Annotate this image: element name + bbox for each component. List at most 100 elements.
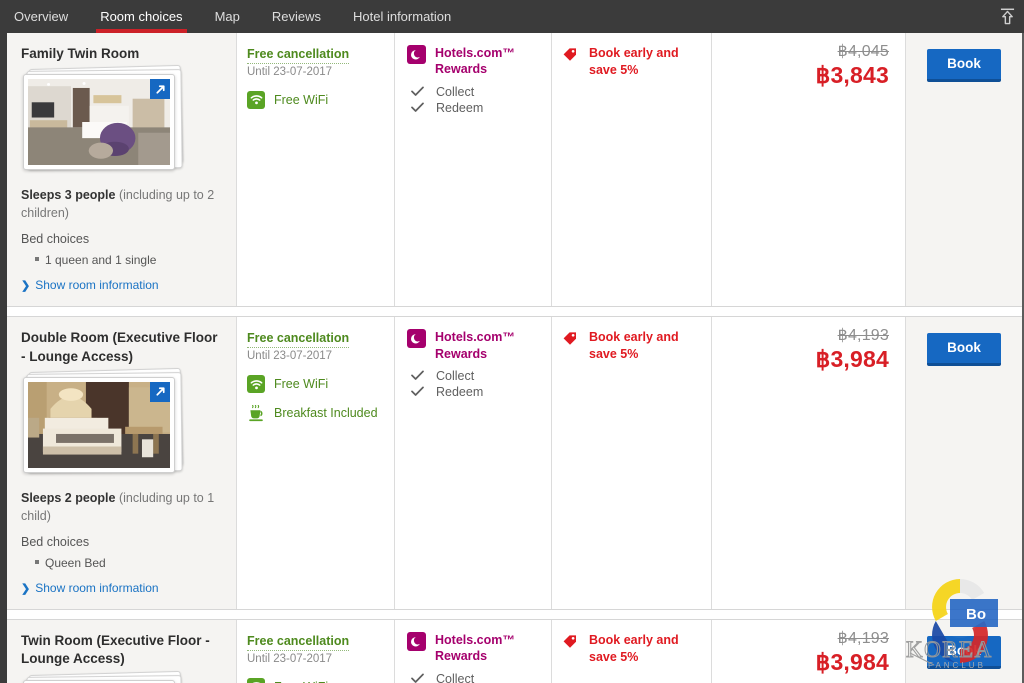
- price-tag-icon: [562, 632, 580, 666]
- room-photo-thumbnail[interactable]: [23, 680, 175, 683]
- amenities-cell: Free cancellation Until 23-07-2017 Free …: [237, 33, 395, 306]
- deal-cell: Book early and save 5%: [552, 33, 712, 306]
- amenities-cell: Free cancellation Until 23-07-2017 Free …: [237, 620, 395, 683]
- show-room-information-link[interactable]: ❯ Show room information: [21, 278, 222, 292]
- room-occupancy: Sleeps 3 people (including up to 2 child…: [21, 186, 222, 222]
- price-current: ฿3,984: [722, 649, 889, 675]
- rewards-collect-row: Collect: [407, 672, 541, 683]
- show-room-information-link[interactable]: ❯ Show room information: [21, 581, 222, 595]
- expand-photo-icon[interactable]: [150, 79, 170, 99]
- rewards-redeem-label: Redeem: [436, 101, 483, 115]
- room-photo-image: [28, 382, 170, 468]
- amenity-label: Free WiFi: [274, 92, 328, 108]
- rewards-title: Hotels.com™ Rewards: [435, 632, 541, 665]
- deal-cell: Book early and save 5%: [552, 317, 712, 609]
- room-occupancy: Sleeps 2 people (including up to 1 child…: [21, 489, 222, 525]
- check-icon: [408, 673, 426, 683]
- rewards-collect-row: Collect: [407, 85, 541, 99]
- price-strikethrough: ฿4,193: [722, 630, 889, 648]
- deal-row: Book early and save 5%: [562, 632, 701, 666]
- tab-map[interactable]: Map: [199, 0, 256, 33]
- price-strikethrough: ฿4,193: [722, 327, 889, 345]
- deal-row: Book early and save 5%: [562, 329, 701, 363]
- up-arrow-icon: [1000, 8, 1015, 25]
- rewards-collect-label: Collect: [436, 85, 474, 99]
- coffee-cup-icon: [247, 404, 265, 422]
- check-icon: [408, 386, 426, 397]
- room-row: Family Twin Room: [7, 33, 1022, 307]
- chevron-right-icon: ❯: [21, 582, 30, 595]
- bed-choices-heading: Bed choices: [21, 535, 222, 549]
- room-row: Twin Room (Executive Floor - Lounge Acce…: [7, 619, 1022, 683]
- room-row: Double Room (Executive Floor - Lounge Ac…: [7, 316, 1022, 610]
- moon-icon: [407, 632, 426, 651]
- room-photo-stack[interactable]: [23, 678, 183, 683]
- rewards-redeem-row: Redeem: [407, 385, 541, 399]
- rewards-collect-label: Collect: [436, 369, 474, 383]
- amenity-free-wifi: Free WiFi: [247, 375, 384, 393]
- tab-hotel-information[interactable]: Hotel information: [337, 0, 467, 33]
- page-left-gutter: [0, 33, 7, 683]
- room-photo-stack[interactable]: [23, 375, 183, 477]
- free-cancellation-link[interactable]: Free cancellation: [247, 634, 349, 651]
- chevron-right-icon: ❯: [21, 279, 30, 292]
- room-name: Family Twin Room: [21, 45, 222, 63]
- deal-label: Book early and save 5%: [589, 632, 701, 666]
- cancellation-deadline: Until 23-07-2017: [247, 350, 384, 362]
- amenity-free-wifi: Free WiFi: [247, 678, 384, 683]
- scroll-to-top-button[interactable]: [990, 0, 1024, 33]
- amenity-breakfast: Breakfast Included: [247, 404, 384, 422]
- moon-icon: [407, 329, 426, 348]
- rewards-cell: Hotels.com™ Rewards Collect: [395, 620, 552, 683]
- price-cell: ฿4,193 ฿3,984: [712, 317, 906, 609]
- check-icon: [408, 86, 426, 97]
- moon-icon: [407, 45, 426, 64]
- cancellation-deadline: Until 23-07-2017: [247, 653, 384, 665]
- room-occupancy-bold: Sleeps 3 people: [21, 188, 115, 202]
- rewards-collect-row: Collect: [407, 369, 541, 383]
- price-current: ฿3,843: [722, 62, 889, 88]
- show-room-information-label: Show room information: [35, 581, 158, 595]
- room-photo-stack[interactable]: [23, 72, 183, 174]
- rewards-cell: Hotels.com™ Rewards Collect: [395, 33, 552, 306]
- book-cell: Book: [906, 317, 1022, 609]
- book-cell: Book: [906, 620, 1022, 683]
- book-button[interactable]: Book: [927, 636, 1001, 669]
- rewards-redeem-row: Redeem: [407, 101, 541, 115]
- rewards-header: Hotels.com™ Rewards: [407, 45, 541, 78]
- price-tag-icon: [562, 45, 580, 79]
- bed-choices-list: Queen Bed: [21, 554, 222, 572]
- rewards-title: Hotels.com™ Rewards: [435, 45, 541, 78]
- hotel-room-choices-page: Show room information Overview Room choi…: [0, 0, 1024, 683]
- show-room-information-label: Show room information: [35, 278, 158, 292]
- deal-label: Book early and save 5%: [589, 45, 701, 79]
- book-button[interactable]: Book: [927, 333, 1001, 366]
- free-cancellation-link[interactable]: Free cancellation: [247, 331, 349, 348]
- rewards-redeem-label: Redeem: [436, 385, 483, 399]
- book-cell: Book: [906, 33, 1022, 306]
- room-photo-thumbnail[interactable]: [23, 74, 175, 170]
- bed-choices-heading: Bed choices: [21, 232, 222, 246]
- tab-reviews-label: Reviews: [272, 9, 321, 24]
- tab-reviews[interactable]: Reviews: [256, 0, 337, 33]
- free-cancellation-link[interactable]: Free cancellation: [247, 47, 349, 64]
- rewards-header: Hotels.com™ Rewards: [407, 329, 541, 362]
- tab-room-choices[interactable]: Room choices: [84, 0, 198, 33]
- deal-row: Book early and save 5%: [562, 45, 701, 79]
- rewards-title: Hotels.com™ Rewards: [435, 329, 541, 362]
- tab-overview-label: Overview: [14, 9, 68, 24]
- bed-choice-item: 1 queen and 1 single: [35, 251, 222, 269]
- price-strikethrough: ฿4,045: [722, 43, 889, 61]
- room-details-cell: Family Twin Room: [7, 33, 237, 306]
- rewards-header: Hotels.com™ Rewards: [407, 632, 541, 665]
- tab-overview[interactable]: Overview: [0, 0, 84, 33]
- wifi-icon: [247, 91, 265, 109]
- room-details-cell: Twin Room (Executive Floor - Lounge Acce…: [7, 620, 237, 683]
- amenity-free-wifi: Free WiFi: [247, 91, 384, 109]
- expand-photo-icon[interactable]: [150, 382, 170, 402]
- room-photo-thumbnail[interactable]: [23, 377, 175, 473]
- rewards-collect-label: Collect: [436, 672, 474, 683]
- book-button[interactable]: Book: [927, 49, 1001, 82]
- room-details-cell: Double Room (Executive Floor - Lounge Ac…: [7, 317, 237, 609]
- rewards-cell: Hotels.com™ Rewards Collect: [395, 317, 552, 609]
